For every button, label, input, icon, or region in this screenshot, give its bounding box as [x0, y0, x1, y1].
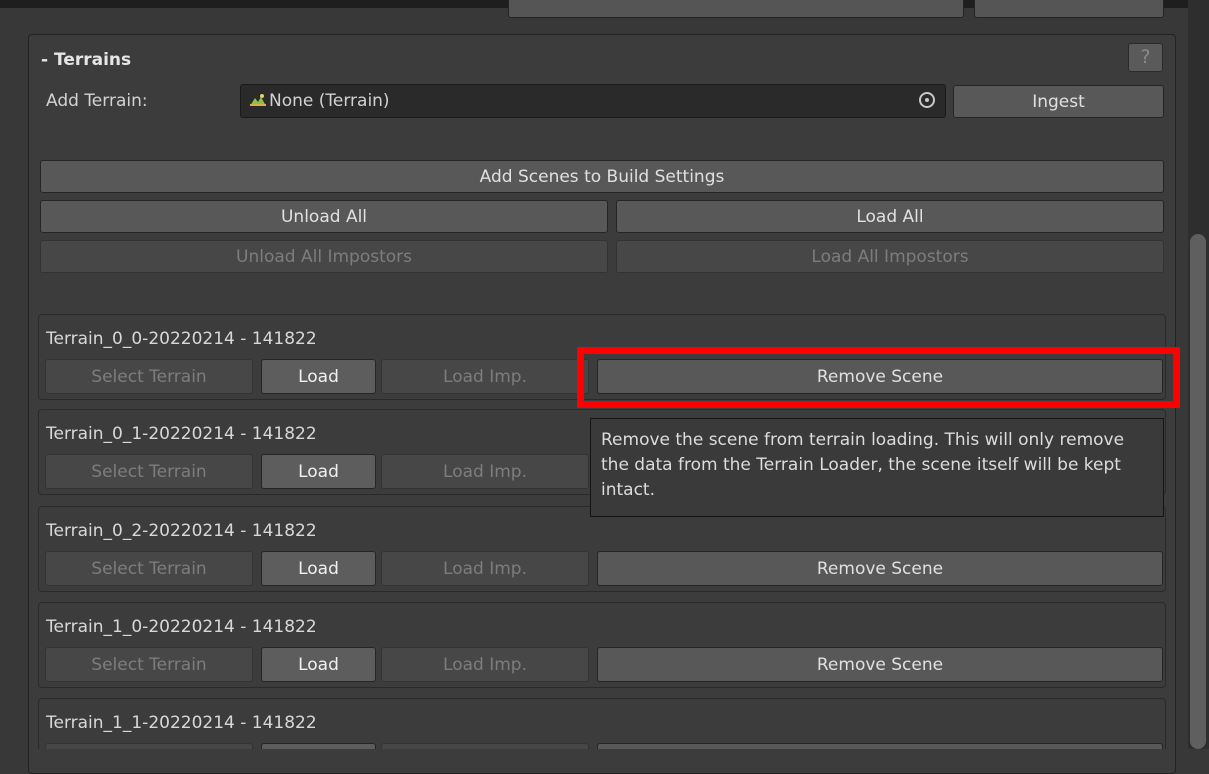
add-scenes-to-build-settings-button[interactable]: Add Scenes to Build Settings — [40, 160, 1164, 193]
load-imp-button[interactable]: Load Imp. — [381, 454, 589, 489]
scene-name: Terrain_1_0-20220214 - 141822 — [46, 617, 317, 637]
load-all-impostors-button[interactable]: Load All Impostors — [616, 240, 1164, 273]
load-button[interactable]: Load — [261, 359, 376, 394]
scene-name: Terrain_0_0-20220214 - 141822 — [46, 329, 317, 349]
select-terrain-button[interactable]: Select Terrain — [45, 647, 253, 682]
add-terrain-label: Add Terrain: — [46, 91, 148, 111]
object-picker-icon[interactable] — [919, 92, 935, 108]
scene-item: Terrain_1_1-20220214 - 141822 — [38, 698, 1166, 749]
select-terrain-button[interactable]: Select Terrain — [45, 359, 253, 394]
highlight-box — [577, 347, 1180, 408]
load-all-button[interactable]: Load All — [616, 200, 1164, 233]
scene-item: Terrain_0_2-20220214 - 141822 Select Ter… — [38, 506, 1166, 592]
load-imp-button[interactable] — [381, 743, 589, 749]
scene-name: Terrain_0_2-20220214 - 141822 — [46, 521, 317, 541]
section-title[interactable]: - Terrains — [41, 50, 131, 70]
select-terrain-button[interactable]: Select Terrain — [45, 551, 253, 586]
scene-item: Terrain_1_0-20220214 - 141822 Select Ter… — [38, 602, 1166, 688]
object-field-value: None (Terrain) — [269, 91, 390, 111]
unload-all-impostors-button[interactable]: Unload All Impostors — [40, 240, 608, 273]
select-terrain-button[interactable] — [45, 743, 253, 749]
load-imp-button[interactable]: Load Imp. — [381, 551, 589, 586]
remove-scene-button[interactable]: Remove Scene — [597, 647, 1163, 682]
remove-scene-button[interactable]: Remove Scene — [597, 551, 1163, 586]
scene-name: Terrain_0_1-20220214 - 141822 — [46, 424, 317, 444]
ingest-button[interactable]: Ingest — [953, 85, 1164, 118]
select-loader-button-partial[interactable] — [974, 0, 1164, 18]
scene-name: Terrain_1_1-20220214 - 141822 — [46, 713, 317, 733]
help-icon[interactable]: ? — [1128, 43, 1163, 72]
terrain-icon — [250, 94, 266, 106]
load-imp-button[interactable]: Load Imp. — [381, 359, 589, 394]
load-button[interactable]: Load — [261, 551, 376, 586]
load-button[interactable]: Load — [261, 454, 376, 489]
remove-scene-button[interactable] — [597, 743, 1163, 749]
unload-all-button[interactable]: Unload All — [40, 200, 608, 233]
scrollbar-thumb[interactable] — [1190, 234, 1206, 749]
load-button[interactable] — [261, 743, 376, 749]
select-terrain-button[interactable]: Select Terrain — [45, 454, 253, 489]
load-imp-button[interactable]: Load Imp. — [381, 647, 589, 682]
load-button[interactable]: Load — [261, 647, 376, 682]
terrain-object-field[interactable]: None (Terrain) — [240, 84, 946, 118]
top-field-partial[interactable] — [508, 0, 964, 18]
tooltip: Remove the scene from terrain loading. T… — [590, 418, 1164, 517]
